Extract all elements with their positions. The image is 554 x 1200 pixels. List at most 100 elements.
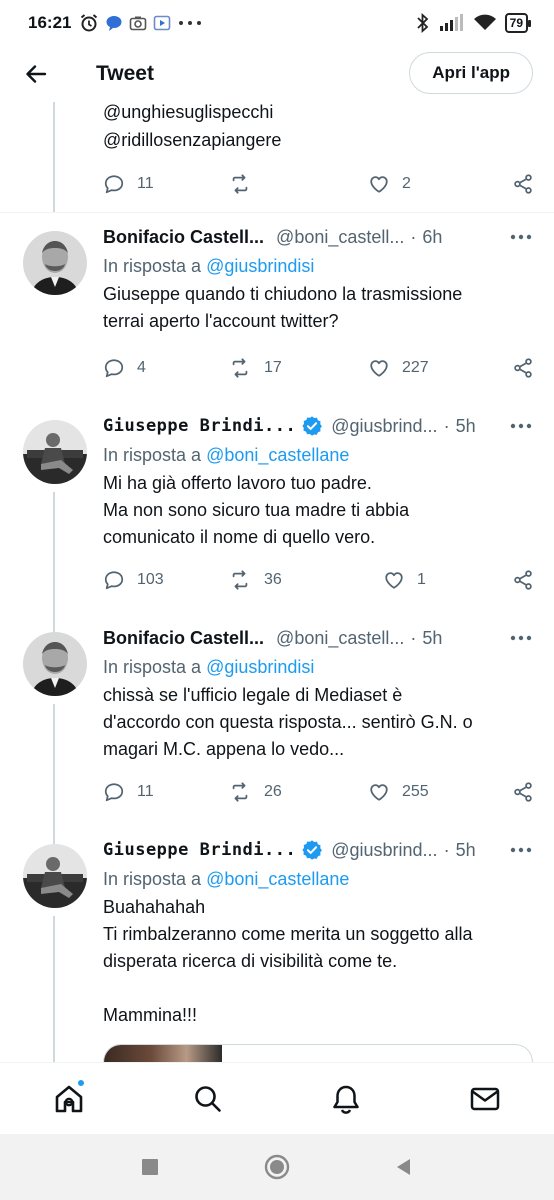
like-button[interactable]: 255	[368, 781, 498, 803]
nav-home[interactable]	[39, 1069, 99, 1129]
reply-icon	[104, 783, 124, 802]
tweet-actions: 11 2	[103, 172, 534, 196]
avatar[interactable]	[23, 632, 87, 696]
reply-to-link[interactable]: @giusbrindisi	[206, 657, 314, 677]
partial-tweet[interactable]: @unghiesuglispecchi @ridillosenzapianger…	[0, 102, 554, 212]
thread-line	[53, 492, 55, 614]
tweet[interactable]: Bonifacio Castell... @boni_castell... · …	[0, 212, 554, 424]
open-app-button[interactable]: Apri l'app	[409, 52, 533, 94]
reply-count: 4	[137, 359, 146, 376]
bluetooth-icon	[417, 13, 428, 33]
tweet[interactable]: Giuseppe Brindi... @giusbrind... · 5h In…	[0, 826, 554, 1062]
media-card[interactable]	[103, 1044, 533, 1062]
notification-dot	[77, 1078, 86, 1087]
tweet-time[interactable]: 6h	[422, 227, 442, 248]
more-options-button[interactable]	[510, 635, 534, 641]
avatar[interactable]	[23, 231, 87, 295]
reply-to-link[interactable]: @boni_castellane	[206, 869, 349, 889]
share-button[interactable]	[512, 781, 534, 803]
reply-icon	[104, 175, 124, 194]
retweet-icon	[232, 174, 248, 194]
reply-button[interactable]: 4	[103, 357, 228, 379]
reply-count: 11	[137, 175, 154, 192]
author-name[interactable]: Giuseppe Brindi...	[103, 840, 296, 860]
bottom-navigation	[0, 1062, 554, 1134]
tweet-actions: 103 36 1	[103, 568, 534, 592]
author-handle[interactable]: @giusbrind...	[331, 840, 437, 861]
portrait-image	[23, 844, 87, 908]
wifi-icon	[473, 14, 496, 30]
avatar[interactable]	[23, 844, 87, 908]
author-handle[interactable]: @boni_castell...	[276, 628, 404, 649]
recents-button-icon[interactable]	[140, 1157, 160, 1177]
share-button[interactable]	[512, 173, 534, 195]
nav-search[interactable]	[178, 1069, 238, 1129]
reply-context: In risposta a @giusbrindisi	[103, 657, 315, 677]
mail-icon	[470, 1087, 499, 1110]
thread-line	[53, 614, 55, 632]
retweet-count: 36	[264, 571, 282, 588]
thread-line	[53, 826, 55, 844]
camera-notification-icon	[130, 16, 147, 31]
author-handle[interactable]: @giusbrind...	[331, 416, 437, 437]
like-count: 1	[417, 571, 426, 588]
retweet-button[interactable]: 17	[228, 357, 368, 379]
more-options-button[interactable]	[510, 847, 534, 853]
tweet[interactable]: Bonifacio Castell... @boni_castell... · …	[0, 614, 554, 826]
home-button-icon[interactable]	[264, 1154, 290, 1180]
nav-messages[interactable]	[455, 1069, 515, 1129]
nav-notifications[interactable]	[316, 1069, 376, 1129]
retweet-button[interactable]	[228, 173, 368, 195]
like-count: 227	[402, 359, 429, 376]
mention-link[interactable]: @unghiesuglispecchi	[103, 102, 281, 126]
back-button[interactable]	[6, 46, 66, 102]
more-options-button[interactable]	[510, 234, 534, 240]
like-button[interactable]: 2	[368, 173, 498, 195]
reply-to-link[interactable]: @boni_castellane	[206, 445, 349, 465]
reply-button[interactable]: 11	[103, 781, 228, 803]
reply-to-link[interactable]: @giusbrindisi	[206, 256, 314, 276]
reply-count: 11	[137, 783, 154, 800]
heart-icon	[370, 784, 388, 801]
status-time: 16:21	[28, 13, 72, 32]
author-name[interactable]: Giuseppe Brindi...	[103, 416, 296, 436]
heart-icon	[370, 176, 388, 193]
tweet-actions: 4 17 227	[103, 356, 534, 380]
tweet-text: Giuseppe quando ti chiudono la trasmissi…	[103, 284, 463, 331]
portrait-image	[23, 231, 87, 295]
tweet-time[interactable]: 5h	[456, 416, 476, 437]
reply-button[interactable]: 103	[103, 569, 228, 591]
author-handle[interactable]: @boni_castell...	[276, 227, 404, 248]
tweet-time[interactable]: 5h	[456, 840, 476, 861]
like-button[interactable]: 1	[383, 569, 498, 591]
reply-context: In risposta a @boni_castellane	[103, 445, 350, 465]
home-icon	[55, 1085, 83, 1112]
avatar[interactable]	[23, 420, 87, 484]
tweet-time[interactable]: 5h	[422, 628, 442, 649]
author-name[interactable]: Bonifacio Castell...	[103, 628, 264, 649]
retweet-button[interactable]: 26	[228, 781, 368, 803]
share-icon	[514, 174, 532, 194]
more-options-button[interactable]	[510, 423, 534, 429]
tweet[interactable]: Giuseppe Brindi... @giusbrind... · 5h In…	[0, 402, 554, 614]
retweet-button[interactable]: 36	[228, 569, 383, 591]
tweet-text: chissà se l'ufficio legale di Mediaset è…	[103, 685, 473, 759]
more-notifications-icon	[179, 21, 202, 25]
like-button[interactable]: 227	[368, 357, 498, 379]
share-button[interactable]	[512, 357, 534, 379]
media-thumbnail	[104, 1045, 222, 1062]
retweet-count: 26	[264, 783, 282, 800]
thread-line	[53, 102, 55, 212]
heart-icon	[370, 360, 388, 377]
chat-notification-icon	[106, 16, 122, 31]
portrait-image	[23, 632, 87, 696]
mention-link[interactable]: @ridillosenzapiangere	[103, 126, 281, 154]
more-horizontal-icon	[510, 635, 532, 641]
share-button[interactable]	[512, 569, 534, 591]
author-name[interactable]: Bonifacio Castell...	[103, 227, 264, 248]
conversation-feed[interactable]: @unghiesuglispecchi @ridillosenzapianger…	[0, 102, 554, 1062]
reply-count: 103	[137, 571, 164, 588]
back-button-icon[interactable]	[394, 1157, 414, 1177]
tweet-text: Buahahahah Ti rimbalzeranno come merita …	[103, 897, 473, 1025]
reply-button[interactable]: 11	[103, 173, 228, 195]
